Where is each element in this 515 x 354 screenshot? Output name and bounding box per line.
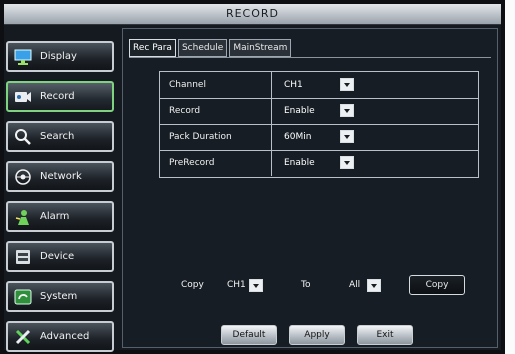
sidebar-item-label: System (40, 291, 78, 302)
sidebar-item-system[interactable]: System (6, 281, 114, 312)
window-title: RECORD (4, 4, 501, 25)
tab-divider (129, 57, 491, 58)
search-icon (15, 129, 31, 145)
record-dropdown-arrow-icon[interactable] (340, 104, 354, 117)
sidebar-item-label: Alarm (40, 211, 70, 222)
sidebar-item-label: Network (40, 171, 82, 182)
copy-label: Copy (181, 280, 204, 290)
exit-button[interactable]: Exit (357, 325, 413, 345)
apply-button[interactable]: Apply (289, 325, 345, 345)
sidebar-item-network[interactable]: Network (6, 161, 114, 192)
tab-schedule[interactable]: Schedule (177, 39, 228, 57)
setting-label: Record (160, 98, 272, 124)
setting-label: PreRecord (160, 150, 272, 176)
sidebar-item-label: Record (40, 91, 75, 102)
sidebar-item-label: Advanced (40, 331, 90, 342)
sidebar: Display Record Search Network Alarm Devi… (6, 28, 116, 352)
sidebar-item-alarm[interactable]: Alarm (6, 201, 114, 232)
channel-select-value[interactable]: CH1 (284, 78, 303, 92)
sidebar-item-device[interactable]: Device (6, 241, 114, 272)
sidebar-item-label: Display (40, 51, 77, 62)
setting-row-channel: Channel CH1 (160, 72, 478, 99)
record-settings-table: Channel CH1 Record Enable Pack Duration … (159, 71, 479, 178)
copy-to-label: To (301, 280, 311, 290)
pack-duration-select-value[interactable]: 60Min (284, 130, 311, 144)
setting-label: Channel (160, 72, 272, 98)
dvr-menu-screen: RECORD Display Record Search Network Ala… (4, 4, 501, 352)
sidebar-item-search[interactable]: Search (6, 121, 114, 152)
sidebar-item-record[interactable]: Record (6, 81, 114, 112)
copy-button[interactable]: Copy (409, 275, 465, 295)
copy-from-value[interactable]: CH1 (227, 275, 246, 295)
record-select-value[interactable]: Enable (284, 104, 315, 118)
copy-to-dropdown-arrow-icon[interactable] (367, 279, 381, 292)
pack-duration-dropdown-arrow-icon[interactable] (340, 130, 354, 143)
copy-to-value[interactable]: All (349, 275, 360, 295)
monitor-bezel: RECORD Display Record Search Network Ala… (0, 0, 505, 354)
prerecord-select-value[interactable]: Enable (284, 156, 315, 170)
settings-panel: Rec Para Schedule MainStream Channel CH1… (122, 28, 498, 348)
channel-dropdown-arrow-icon[interactable] (340, 78, 354, 91)
setting-row-pack-duration: Pack Duration 60Min (160, 124, 478, 151)
copy-settings-row: Copy CH1 To All Copy (123, 275, 499, 297)
tab-bar: Rec Para Schedule MainStream (129, 39, 293, 57)
copy-from-dropdown-arrow-icon[interactable] (249, 279, 263, 292)
setting-row-prerecord: PreRecord Enable (160, 150, 478, 176)
sidebar-item-advanced[interactable]: Advanced (6, 321, 114, 352)
tab-mainstream[interactable]: MainStream (229, 39, 292, 57)
advanced-icon (15, 329, 31, 345)
display-icon (14, 49, 32, 65)
device-icon (16, 250, 30, 264)
prerecord-dropdown-arrow-icon[interactable] (340, 156, 354, 169)
default-button[interactable]: Default (221, 325, 277, 345)
setting-label: Pack Duration (160, 124, 272, 150)
network-icon (15, 169, 31, 185)
sidebar-item-label: Search (40, 131, 75, 142)
setting-row-record: Record Enable (160, 98, 478, 125)
system-icon (14, 289, 32, 305)
sidebar-item-display[interactable]: Display (6, 41, 114, 72)
tab-rec-para[interactable]: Rec Para (129, 39, 176, 57)
alarm-icon (15, 210, 29, 225)
record-icon (15, 92, 31, 102)
sidebar-item-label: Device (40, 251, 75, 262)
